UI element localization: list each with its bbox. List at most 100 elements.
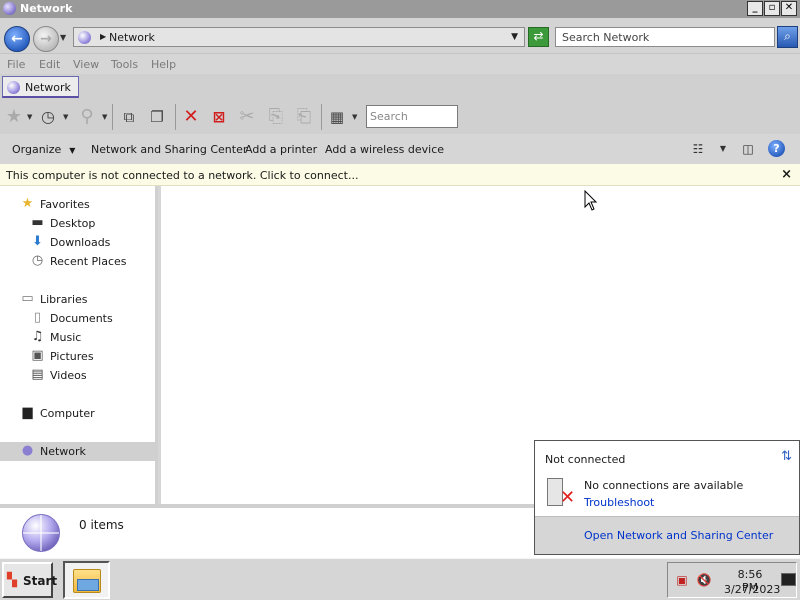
- open-network-center-link[interactable]: Open Network and Sharing Center: [584, 529, 773, 542]
- clock-date[interactable]: 3/27/2023: [724, 583, 780, 596]
- tab-bar: Network: [0, 74, 800, 100]
- nav-item-label: Recent Places: [50, 255, 127, 268]
- nav-item-recent-places[interactable]: ◷ Recent Places: [0, 252, 155, 270]
- network-sharing-center-button[interactable]: Network and Sharing Center: [91, 143, 247, 156]
- copy-icon[interactable]: ⎘: [265, 106, 287, 128]
- organize-label: Organize: [12, 143, 62, 156]
- nav-item-favorites[interactable]: ★ Favorites: [0, 195, 155, 213]
- new-window-icon[interactable]: ⧉: [118, 106, 140, 128]
- network-flyout: Not connected ⇅ ✕ No connections are ava…: [534, 440, 800, 555]
- menu-edit[interactable]: Edit: [39, 58, 60, 71]
- title-bar: Network _ ▫ ✕: [0, 0, 800, 18]
- no-connection-icon: ✕: [545, 476, 577, 508]
- refresh-connections-icon[interactable]: ⇅: [781, 449, 792, 464]
- favorites-dropdown[interactable]: ▼: [27, 113, 32, 121]
- connection-status: Not connected: [545, 453, 626, 466]
- taskbar: ▚ Start ▣ 🔇 8:56 PM 3/27/2023: [0, 558, 800, 600]
- flyout-footer: Open Network and Sharing Center: [535, 516, 799, 554]
- nav-item-documents[interactable]: ▯ Documents: [0, 309, 155, 327]
- delete-file-icon[interactable]: ⊠: [208, 106, 230, 128]
- change-view-icon[interactable]: ☷: [690, 141, 706, 157]
- view-dropdown-icon[interactable]: ▼: [715, 141, 731, 157]
- pin-dropdown[interactable]: ▼: [102, 113, 107, 121]
- menu-file[interactable]: File: [7, 58, 25, 71]
- nav-item-label: Music: [50, 331, 82, 344]
- clock-icon: ◷: [31, 253, 44, 268]
- show-desktop-icon[interactable]: [781, 573, 796, 586]
- nav-item-pictures[interactable]: ▣ Pictures: [0, 347, 155, 365]
- tab-label: Network: [25, 81, 71, 94]
- close-button[interactable]: ✕: [781, 1, 797, 16]
- volume-muted-icon[interactable]: 🔇: [696, 572, 712, 588]
- address-field[interactable]: ▶ Network ▼: [73, 27, 525, 47]
- toolbar-divider: [175, 104, 176, 130]
- nav-item-videos[interactable]: ▤ Videos: [0, 366, 155, 384]
- computer-icon: ▆: [22, 405, 33, 420]
- pin-icon[interactable]: ⚲: [76, 106, 98, 128]
- command-bar: Organize ▼ Network and Sharing Center Add…: [0, 134, 800, 164]
- help-icon[interactable]: ?: [768, 140, 785, 157]
- search-input[interactable]: Search Network: [555, 27, 775, 47]
- address-dropdown[interactable]: ▼: [511, 32, 518, 42]
- view-options-dropdown[interactable]: ▼: [352, 113, 357, 121]
- breadcrumb-chevron-icon[interactable]: ▶: [100, 32, 106, 41]
- minimize-button[interactable]: _: [747, 1, 763, 16]
- info-bar-message[interactable]: This computer is not connected to a netw…: [6, 169, 358, 182]
- nav-item-music[interactable]: ♫ Music: [0, 328, 155, 346]
- chevron-down-icon: ▼: [69, 146, 76, 155]
- folder-icon: [73, 569, 101, 593]
- nav-item-libraries[interactable]: ▭ Libraries: [0, 290, 155, 308]
- paste-icon[interactable]: ⎗: [293, 106, 315, 128]
- nav-item-desktop[interactable]: ▬ Desktop: [0, 214, 155, 232]
- info-bar[interactable]: This computer is not connected to a netw…: [0, 164, 800, 186]
- history-icon[interactable]: ◷: [37, 106, 59, 128]
- network-icon: [3, 2, 16, 15]
- nav-item-network[interactable]: ● Network: [0, 442, 155, 461]
- refresh-button[interactable]: ⇄: [528, 27, 549, 47]
- add-printer-button[interactable]: Add a printer: [245, 143, 317, 156]
- nav-item-label: Documents: [50, 312, 113, 325]
- maximize-button[interactable]: ▫: [764, 1, 780, 16]
- search-icon[interactable]: ⌕: [777, 26, 798, 48]
- nav-item-label: Network: [40, 445, 86, 458]
- cut-icon[interactable]: ✂: [236, 106, 258, 128]
- system-tray: ▣ 🔇 8:56 PM 3/27/2023: [667, 562, 797, 598]
- star-icon[interactable]: ★: [3, 106, 25, 128]
- history-dropdown[interactable]: ▼: [63, 113, 68, 121]
- address-bar: ← → ▼ ▶ Network ▼ ⇄ Search Network ⌕: [0, 18, 800, 54]
- organize-button[interactable]: Organize ▼: [12, 143, 75, 156]
- menu-view[interactable]: View: [73, 58, 99, 71]
- breadcrumb[interactable]: Network: [109, 31, 155, 44]
- window-title: Network: [20, 2, 73, 15]
- add-wireless-device-button[interactable]: Add a wireless device: [325, 143, 444, 156]
- toolbar: ★ ▼ ◷ ▼ ⚲ ▼ ⧉ ❐ ✕ ⊠ ✂ ⎘ ⎗ ▦ ▼ Search: [0, 100, 800, 134]
- start-button[interactable]: ▚ Start: [2, 562, 57, 598]
- troubleshoot-link[interactable]: Troubleshoot: [584, 496, 654, 509]
- nav-item-label: Libraries: [40, 293, 88, 306]
- cascade-windows-icon[interactable]: ❐: [146, 106, 168, 128]
- item-count: 0 items: [79, 518, 124, 532]
- nav-item-computer[interactable]: ▆ Computer: [0, 404, 155, 422]
- forward-button[interactable]: →: [33, 26, 59, 52]
- toolbar-search-input[interactable]: Search: [366, 105, 458, 128]
- nav-item-label: Downloads: [50, 236, 111, 249]
- preview-pane-icon[interactable]: ◫: [740, 141, 756, 157]
- start-label: Start: [23, 574, 58, 588]
- network-icon: [78, 31, 91, 44]
- nav-item-label: Desktop: [50, 217, 96, 230]
- document-icon: ▯: [33, 310, 42, 325]
- delete-icon[interactable]: ✕: [180, 106, 202, 128]
- back-button[interactable]: ←: [4, 26, 30, 52]
- nav-item-label: Computer: [40, 407, 95, 420]
- view-options-icon[interactable]: ▦: [326, 106, 348, 128]
- navigation-pane: ★ Favorites ▬ Desktop ⬇ Downloads ◷ Rece…: [0, 186, 158, 504]
- nav-item-downloads[interactable]: ⬇ Downloads: [0, 233, 155, 251]
- close-icon[interactable]: ×: [781, 167, 792, 182]
- network-error-icon[interactable]: ▣: [674, 572, 690, 588]
- tab-network[interactable]: Network: [2, 76, 79, 98]
- menu-tools[interactable]: Tools: [111, 58, 138, 71]
- music-icon: ♫: [31, 329, 44, 344]
- recent-pages-dropdown[interactable]: ▼: [60, 33, 66, 42]
- taskbar-explorer-button[interactable]: [63, 561, 110, 599]
- menu-help[interactable]: Help: [151, 58, 176, 71]
